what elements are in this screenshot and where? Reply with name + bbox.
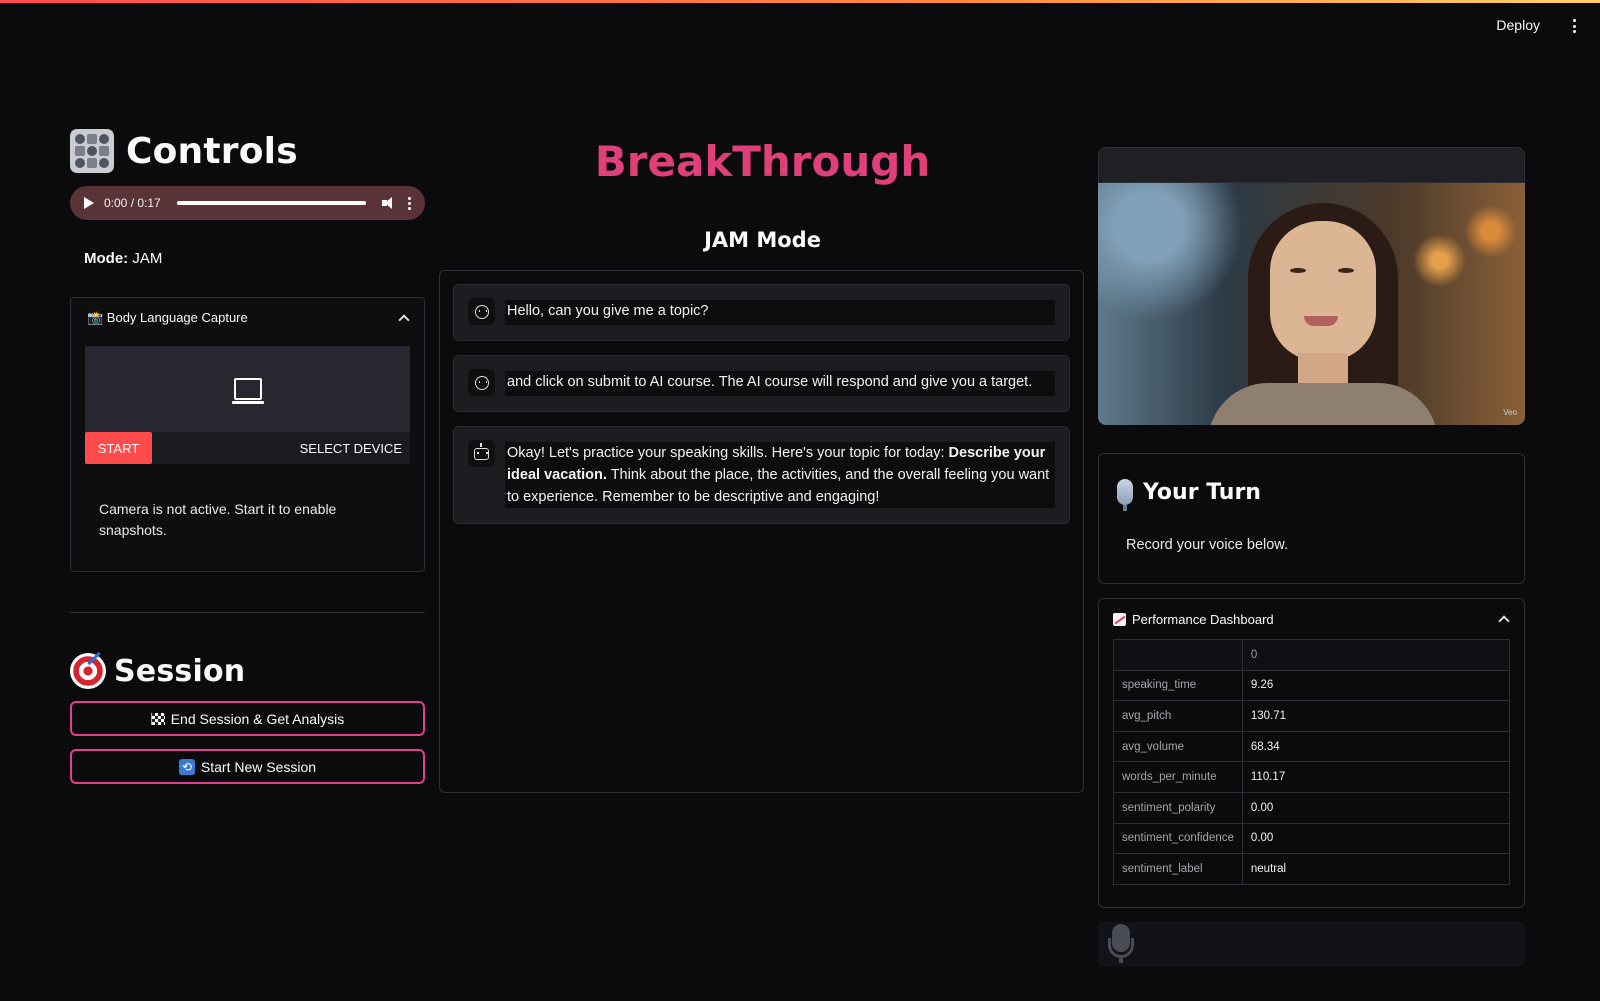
metric-value: 0.00 xyxy=(1241,822,1511,855)
camera-start-button[interactable]: START xyxy=(85,432,152,464)
performance-dashboard: Performance Dashboard 0 speaking_time 9.2… xyxy=(1098,598,1525,908)
metric-name: sentiment_confidence xyxy=(1113,822,1243,855)
chat-message-text: Hello, can you give me a topic? xyxy=(505,300,1055,325)
select-device-button[interactable]: SELECT DEVICE xyxy=(300,441,410,456)
metric-value: 110.17 xyxy=(1241,761,1511,793)
play-icon[interactable] xyxy=(84,197,94,209)
body-language-title: 📸 Body Language Capture xyxy=(87,310,248,325)
deploy-button[interactable]: Deploy xyxy=(1496,17,1540,33)
refresh-icon: ⟲ xyxy=(178,758,195,775)
metric-name: avg_volume xyxy=(1113,730,1243,763)
metric-value: neutral xyxy=(1241,853,1511,885)
table-header-row: 0 xyxy=(1113,639,1511,671)
chevron-up-icon[interactable] xyxy=(1498,615,1510,627)
jam-mode-title: JAM Mode xyxy=(704,228,821,252)
metric-value: 130.71 xyxy=(1241,700,1511,732)
table-row: sentiment_confidence 0.00 xyxy=(1113,822,1511,855)
user-avatar-icon xyxy=(468,298,495,325)
controls-title: Controls xyxy=(126,130,298,172)
table-row: speaking_time 9.26 xyxy=(1113,669,1511,702)
table-index-header xyxy=(1113,639,1243,671)
table-row: words_per_minute 110.17 xyxy=(1113,761,1511,793)
your-turn-card: Your Turn Record your voice below. xyxy=(1098,453,1525,584)
mode-value: JAM xyxy=(132,250,163,267)
assistant-avatar-icon xyxy=(468,440,495,467)
chat-panel: Hello, can you give me a topic? and clic… xyxy=(439,270,1084,793)
main-menu-icon[interactable] xyxy=(1568,16,1580,36)
chevron-up-icon[interactable] xyxy=(398,314,410,326)
brand-title: BreakThrough xyxy=(594,137,931,186)
volume-icon[interactable] xyxy=(382,196,398,210)
avatar-video[interactable]: Veo xyxy=(1098,183,1525,425)
audio-time: 0:00 / 0:17 xyxy=(104,196,161,210)
session-title: Session xyxy=(114,653,246,689)
start-new-session-label: Start New Session xyxy=(200,758,317,775)
controls-sidebar: Controls 0:00 / 0:17 Mode: JAM 📸 Body La… xyxy=(70,128,425,784)
table-row: avg_volume 68.34 xyxy=(1113,730,1511,763)
chat-message-text: Okay! Let's practice your speaking skill… xyxy=(505,442,1055,508)
camera-preview xyxy=(85,346,410,432)
performance-title: Performance Dashboard xyxy=(1132,611,1274,627)
video-toolbar xyxy=(1098,147,1525,183)
performance-table: 0 speaking_time 9.26 avg_pitch 130.71 avg_vo… xyxy=(1113,639,1511,885)
performance-header[interactable]: Performance Dashboard xyxy=(1099,599,1524,639)
table-column-header: 0 xyxy=(1241,639,1511,671)
checkered-flag-icon xyxy=(150,712,165,725)
camera-actions: START SELECT DEVICE xyxy=(85,432,410,464)
audio-options-icon[interactable] xyxy=(408,196,411,210)
your-turn-subtitle: Record your voice below. xyxy=(1126,537,1288,553)
chat-message: and click on submit to AI course. The AI… xyxy=(453,355,1070,412)
metric-value: 68.34 xyxy=(1241,730,1511,763)
table-row: avg_pitch 130.71 xyxy=(1113,700,1511,732)
camera-status-note: Camera is not active. Start it to enable… xyxy=(99,501,337,538)
mode-label: Mode: xyxy=(84,250,129,267)
metric-value: 9.26 xyxy=(1241,669,1511,702)
metric-name: avg_pitch xyxy=(1113,700,1243,732)
metric-name: words_per_minute xyxy=(1113,761,1243,793)
voice-recorder[interactable] xyxy=(1098,922,1525,966)
chart-increasing-icon xyxy=(1113,612,1126,626)
controls-heading: Controls xyxy=(70,128,425,174)
table-row: sentiment_label neutral xyxy=(1113,853,1511,885)
end-session-label: End Session & Get Analysis xyxy=(170,710,345,727)
metric-name: sentiment_label xyxy=(1113,853,1243,885)
audio-seek-bar[interactable] xyxy=(176,201,366,205)
video-watermark: Veo xyxy=(1503,408,1517,417)
metric-value: 0.00 xyxy=(1241,791,1511,824)
table-row: sentiment_polarity 0.00 xyxy=(1113,791,1511,824)
your-turn-heading: Your Turn xyxy=(1117,479,1261,511)
start-new-session-button[interactable]: ⟲ Start New Session xyxy=(70,749,425,784)
your-turn-title: Your Turn xyxy=(1143,479,1261,505)
audio-player[interactable]: 0:00 / 0:17 xyxy=(70,186,425,220)
divider xyxy=(70,612,425,613)
mode-indicator: Mode: JAM xyxy=(84,250,425,267)
end-session-button[interactable]: End Session & Get Analysis xyxy=(70,701,425,736)
control-knobs-icon xyxy=(70,129,114,173)
body-language-header[interactable]: 📸 Body Language Capture xyxy=(71,298,424,338)
session-heading: Session xyxy=(70,653,425,689)
monitor-icon xyxy=(231,378,264,404)
metric-name: speaking_time xyxy=(1113,669,1243,702)
chat-message: Hello, can you give me a topic? xyxy=(453,284,1070,341)
target-icon xyxy=(70,653,106,689)
metric-name: sentiment_polarity xyxy=(1113,791,1243,824)
microphone-icon xyxy=(1117,479,1133,511)
chat-message: Okay! Let's practice your speaking skill… xyxy=(453,426,1070,524)
body-language-expander: 📸 Body Language Capture START SELECT DEV… xyxy=(70,297,425,572)
top-accent-bar xyxy=(0,0,1600,3)
user-avatar-icon xyxy=(468,369,495,396)
chat-message-text: and click on submit to AI course. The AI… xyxy=(505,371,1055,396)
